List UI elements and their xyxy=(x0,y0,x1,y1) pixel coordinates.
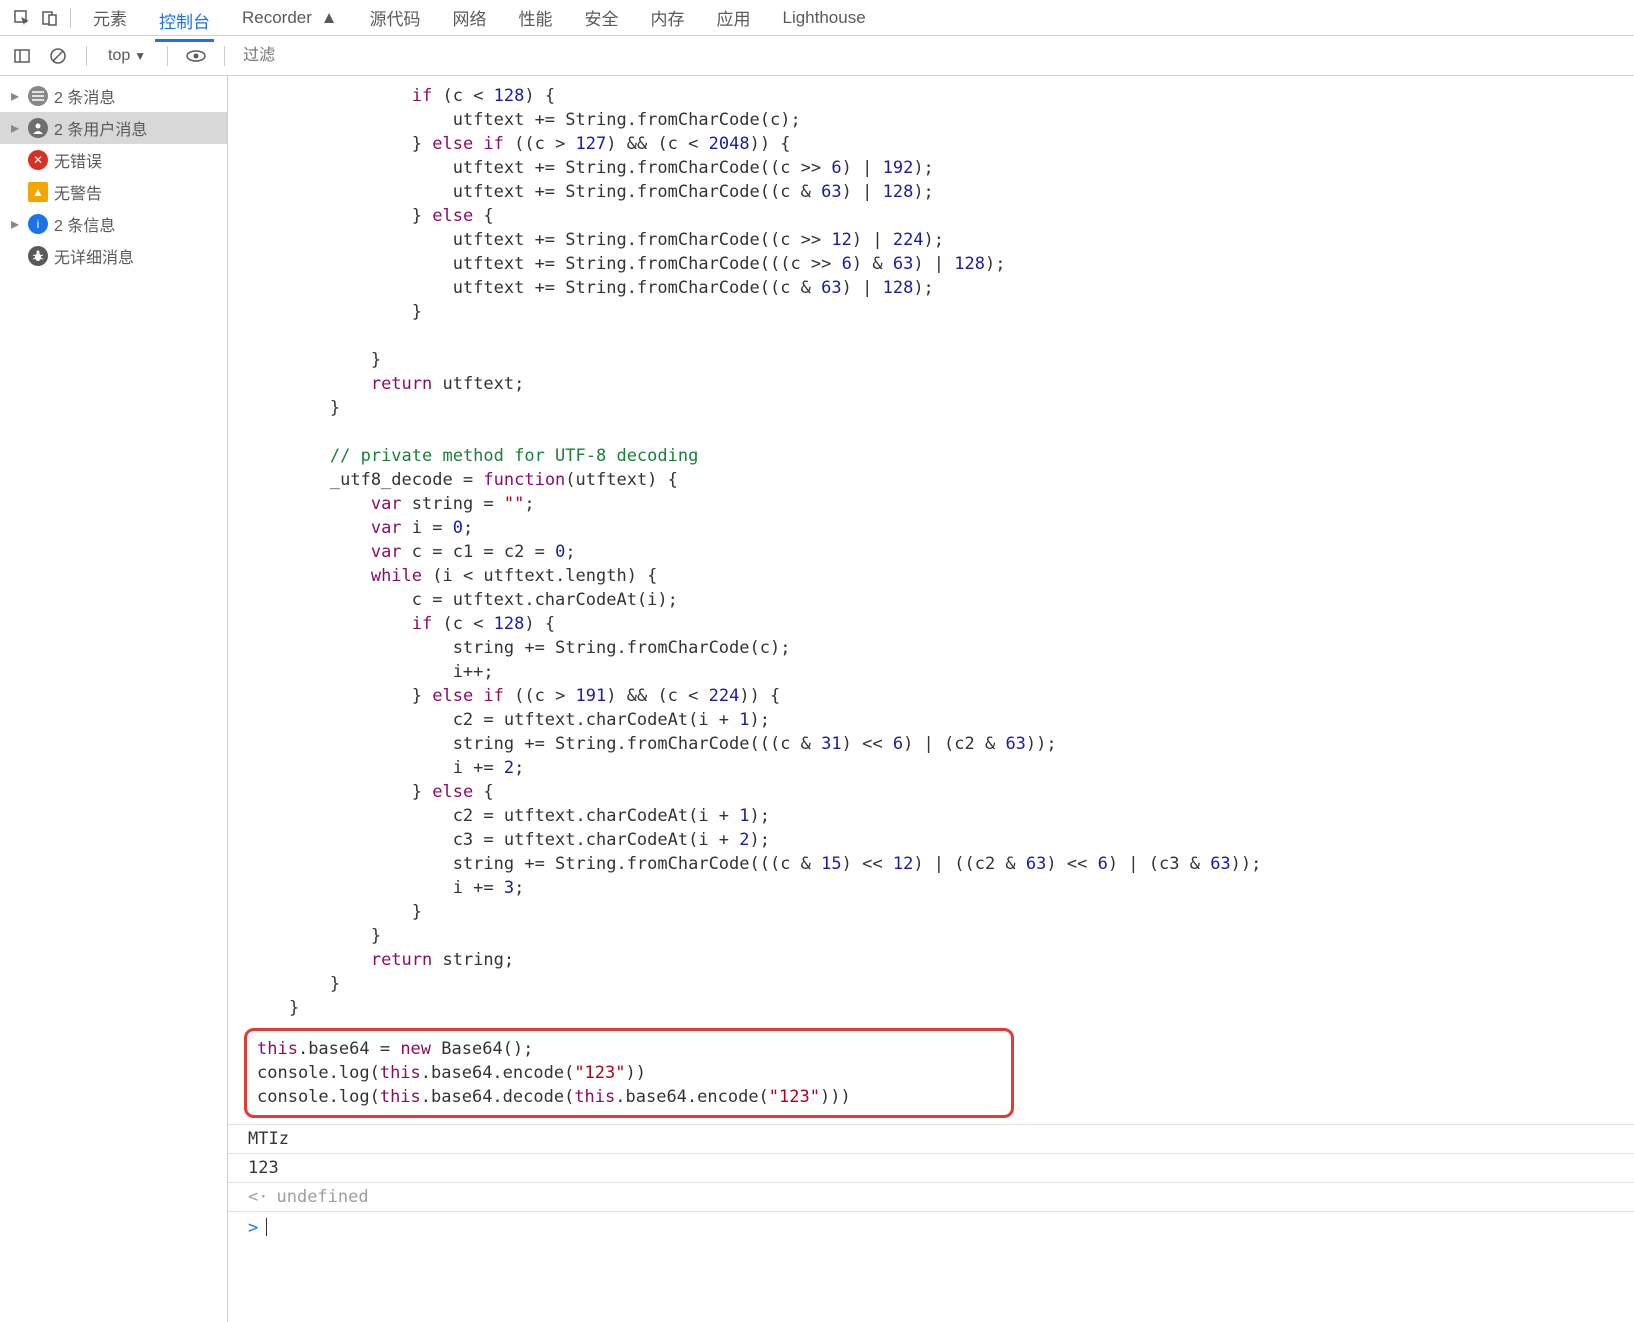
code-line: console.log(this.base64.encode("123")) xyxy=(257,1061,1001,1085)
sidebar-label: 2 条消息 xyxy=(54,84,115,108)
tab-recorder-label: Recorder xyxy=(242,8,312,27)
chevron-right-icon: ▸ xyxy=(8,86,22,106)
inspect-icon[interactable] xyxy=(8,4,36,32)
chevron-down-icon: ▼ xyxy=(134,49,146,63)
list-icon xyxy=(28,86,48,106)
tab-performance[interactable]: 性能 xyxy=(514,0,556,36)
user-icon xyxy=(28,118,48,138)
tab-elements[interactable]: 元素 xyxy=(89,0,131,36)
sidebar-toggle-icon[interactable] xyxy=(8,42,36,70)
sidebar-label: 无警告 xyxy=(54,180,102,204)
sidebar-item-warnings[interactable]: ▲ 无警告 xyxy=(0,176,227,208)
sidebar-item-user-messages[interactable]: ▸ 2 条用户消息 xyxy=(0,112,227,144)
console-output-row[interactable]: 123 xyxy=(228,1153,1634,1182)
tab-security[interactable]: 安全 xyxy=(580,0,622,36)
text-cursor xyxy=(266,1218,267,1236)
tab-memory[interactable]: 内存 xyxy=(646,0,688,36)
sidebar-label: 无错误 xyxy=(54,148,102,172)
console-content: if (c < 128) { utftext += String.fromCha… xyxy=(228,76,1634,1322)
context-selector[interactable]: top ▼ xyxy=(101,44,153,68)
main-area: ▸ 2 条消息 ▸ 2 条用户消息 ✕ 无错误 ▲ 无警告 ▸ i 2 条信息 xyxy=(0,76,1634,1322)
highlighted-input-block: this.base64 = new Base64(); console.log(… xyxy=(244,1028,1014,1118)
device-toggle-icon[interactable] xyxy=(36,4,64,32)
warning-icon: ▲ xyxy=(28,182,48,202)
preview-badge-icon: ▲ xyxy=(321,8,338,27)
devtools-tabs: 元素 控制台 Recorder ▲ 源代码 网络 性能 安全 内存 应用 Lig… xyxy=(89,0,870,36)
devtools-top-toolbar: 元素 控制台 Recorder ▲ 源代码 网络 性能 安全 内存 应用 Lig… xyxy=(0,0,1634,36)
tab-network[interactable]: 网络 xyxy=(448,0,490,36)
tab-console[interactable]: 控制台 xyxy=(155,2,214,42)
sidebar-label: 2 条用户消息 xyxy=(54,116,147,140)
sidebar-label: 无详细消息 xyxy=(54,244,134,268)
separator xyxy=(167,46,168,66)
filter-input[interactable] xyxy=(239,45,454,67)
error-icon: ✕ xyxy=(28,150,48,170)
console-return-row[interactable]: <· undefined xyxy=(228,1182,1634,1211)
sidebar-item-messages[interactable]: ▸ 2 条消息 xyxy=(0,80,227,112)
console-output-row[interactable]: MTIz xyxy=(228,1124,1634,1153)
undefined-label: undefined xyxy=(276,1187,368,1207)
code-block[interactable]: if (c < 128) { utftext += String.fromCha… xyxy=(228,76,1634,1024)
sidebar-item-verbose[interactable]: 无详细消息 xyxy=(0,240,227,272)
tab-recorder[interactable]: Recorder ▲ xyxy=(238,2,341,34)
sidebar-label: 2 条信息 xyxy=(54,212,115,236)
tab-sources[interactable]: 源代码 xyxy=(365,0,424,36)
chevron-right-icon: ▸ xyxy=(8,118,22,138)
code-line: console.log(this.base64.decode(this.base… xyxy=(257,1085,1001,1109)
return-arrow-icon: <· xyxy=(248,1187,268,1207)
console-sidebar: ▸ 2 条消息 ▸ 2 条用户消息 ✕ 无错误 ▲ 无警告 ▸ i 2 条信息 xyxy=(0,76,228,1322)
sidebar-item-info[interactable]: ▸ i 2 条信息 xyxy=(0,208,227,240)
console-toolbar: top ▼ xyxy=(0,36,1634,76)
prompt-chevron-icon: > xyxy=(248,1218,258,1238)
separator xyxy=(70,8,71,28)
tab-lighthouse[interactable]: Lighthouse xyxy=(778,2,869,34)
console-prompt[interactable]: > xyxy=(228,1211,1634,1244)
separator xyxy=(86,46,87,66)
bug-icon xyxy=(28,246,48,266)
context-label: top xyxy=(108,47,130,65)
clear-console-icon[interactable] xyxy=(44,42,72,70)
tab-application[interactable]: 应用 xyxy=(712,0,754,36)
info-icon: i xyxy=(28,214,48,234)
sidebar-item-errors[interactable]: ✕ 无错误 xyxy=(0,144,227,176)
live-expression-icon[interactable] xyxy=(182,42,210,70)
separator xyxy=(224,46,225,66)
code-line: this.base64 = new Base64(); xyxy=(257,1037,1001,1061)
chevron-right-icon: ▸ xyxy=(8,214,22,234)
